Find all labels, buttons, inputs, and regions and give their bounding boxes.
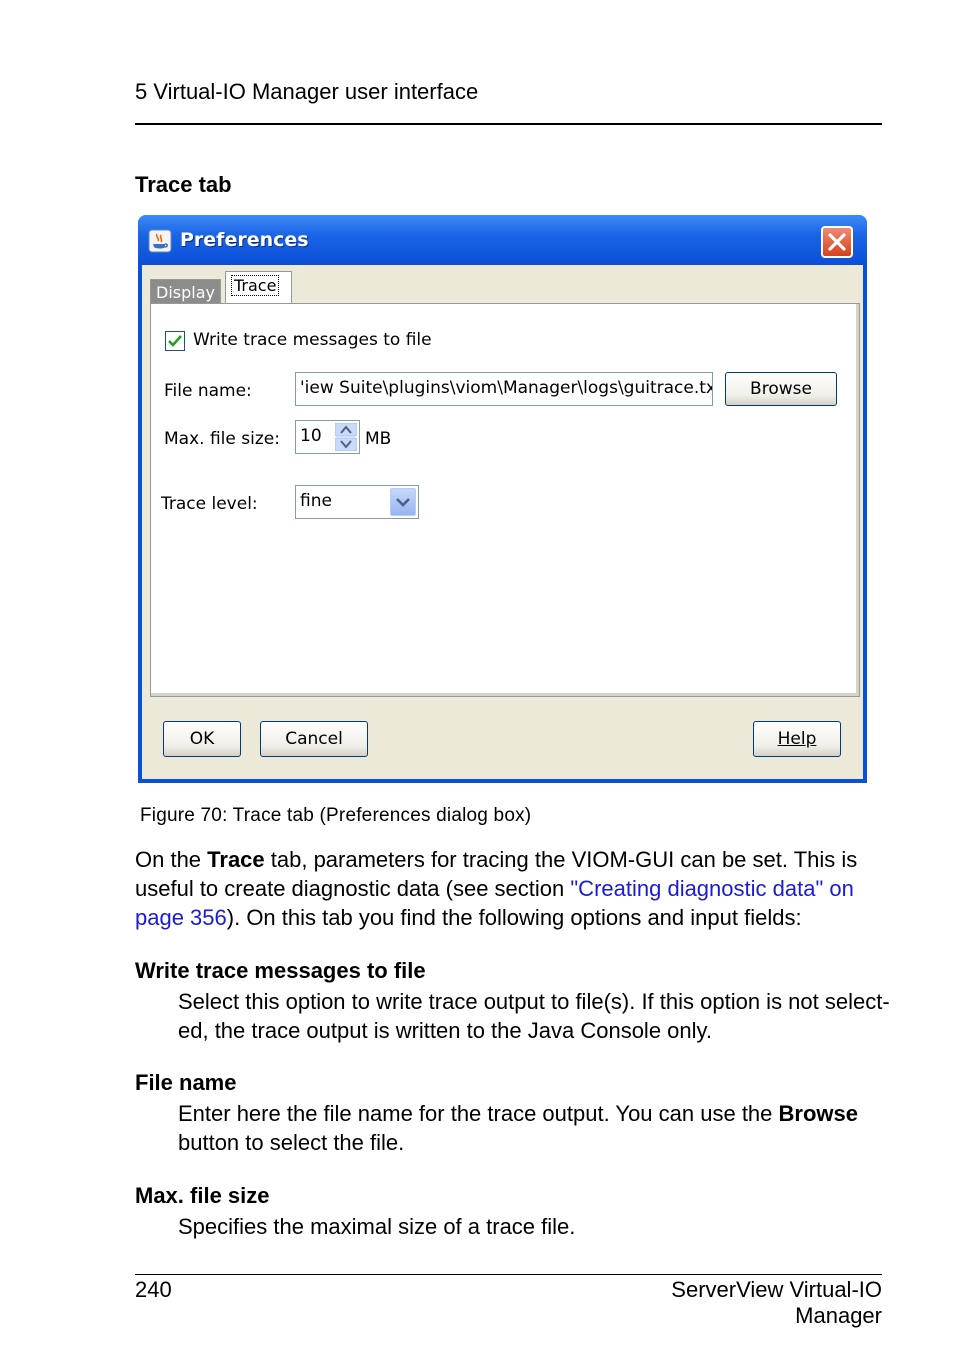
figure-caption: Figure 70: Trace tab (Preferences dialog… [140,805,532,826]
preferences-dialog: Preferences Display Trace Write trace me… [138,215,867,783]
file-name-input[interactable]: 'iew Suite\plugins\viom\Manager\logs\gui… [295,372,713,406]
cancel-button[interactable]: Cancel [260,721,368,757]
page-number: 240 [135,1277,172,1302]
write-trace-label: Write trace messages to file [193,330,432,350]
header-rule [135,123,882,125]
intro-bold-trace: Trace [207,847,265,872]
close-button[interactable] [821,226,853,258]
chevron-down-icon [396,498,410,507]
footer-rule [135,1274,882,1275]
desc-file-name-text-1: Enter here the file name for the trace o… [178,1101,779,1126]
desc-file-name-bold: Browse [778,1101,858,1126]
spinner-arrows-icon[interactable] [335,423,357,451]
trace-level-value: fine [300,491,332,511]
trace-level-label: Trace level: [161,494,258,514]
intro-text-3: ). On this tab you find the following op… [226,905,802,930]
section-title: Trace tab [135,172,232,197]
tab-trace[interactable]: Trace [225,271,292,303]
dialog-titlebar: Preferences [138,215,867,265]
max-file-size-label: Max. file size: [164,429,280,449]
max-file-size-spinner[interactable]: 10 [295,420,360,454]
file-name-label: File name: [164,381,252,401]
tab-strip: Display Trace [150,269,863,303]
trace-tab-panel: Write trace messages to file File name: … [150,303,860,697]
footer-product: ServerView Virtual-IO Manager [671,1277,882,1328]
checkmark-icon [168,335,182,347]
running-header: 5 Virtual-IO Manager user interface [135,79,479,104]
dialog-title: Preferences [180,229,309,251]
max-file-size-value: 10 [300,426,322,446]
trace-level-select[interactable]: fine [295,485,419,519]
ok-button[interactable]: OK [163,721,241,757]
intro-paragraph: On the Trace tab, parameters for tracing… [135,845,895,932]
max-file-size-unit: MB [365,429,392,449]
browse-button[interactable]: Browse [725,372,837,406]
help-button[interactable]: Help [753,721,841,757]
write-trace-checkbox[interactable] [165,331,185,351]
close-icon [828,233,846,251]
term-write-trace: Write trace messages to file [135,958,426,983]
term-max-file-size: Max. file size [135,1183,270,1208]
desc-file-name: Enter here the file name for the trace o… [178,1099,898,1157]
desc-write-trace: Select this option to write trace output… [178,989,890,1043]
tab-display[interactable]: Display [150,279,221,303]
term-file-name: File name [135,1070,237,1095]
dialog-client-area: Display Trace Write trace messages to fi… [142,265,863,779]
java-app-icon [148,229,172,253]
desc-file-name-text-2: button to select the file. [178,1130,405,1155]
dropdown-button[interactable] [390,488,416,516]
tab-trace-label: Trace [231,275,280,296]
desc-max-file-size: Specifies the maximal size of a trace fi… [178,1214,576,1239]
intro-text-1: On the [135,847,208,872]
